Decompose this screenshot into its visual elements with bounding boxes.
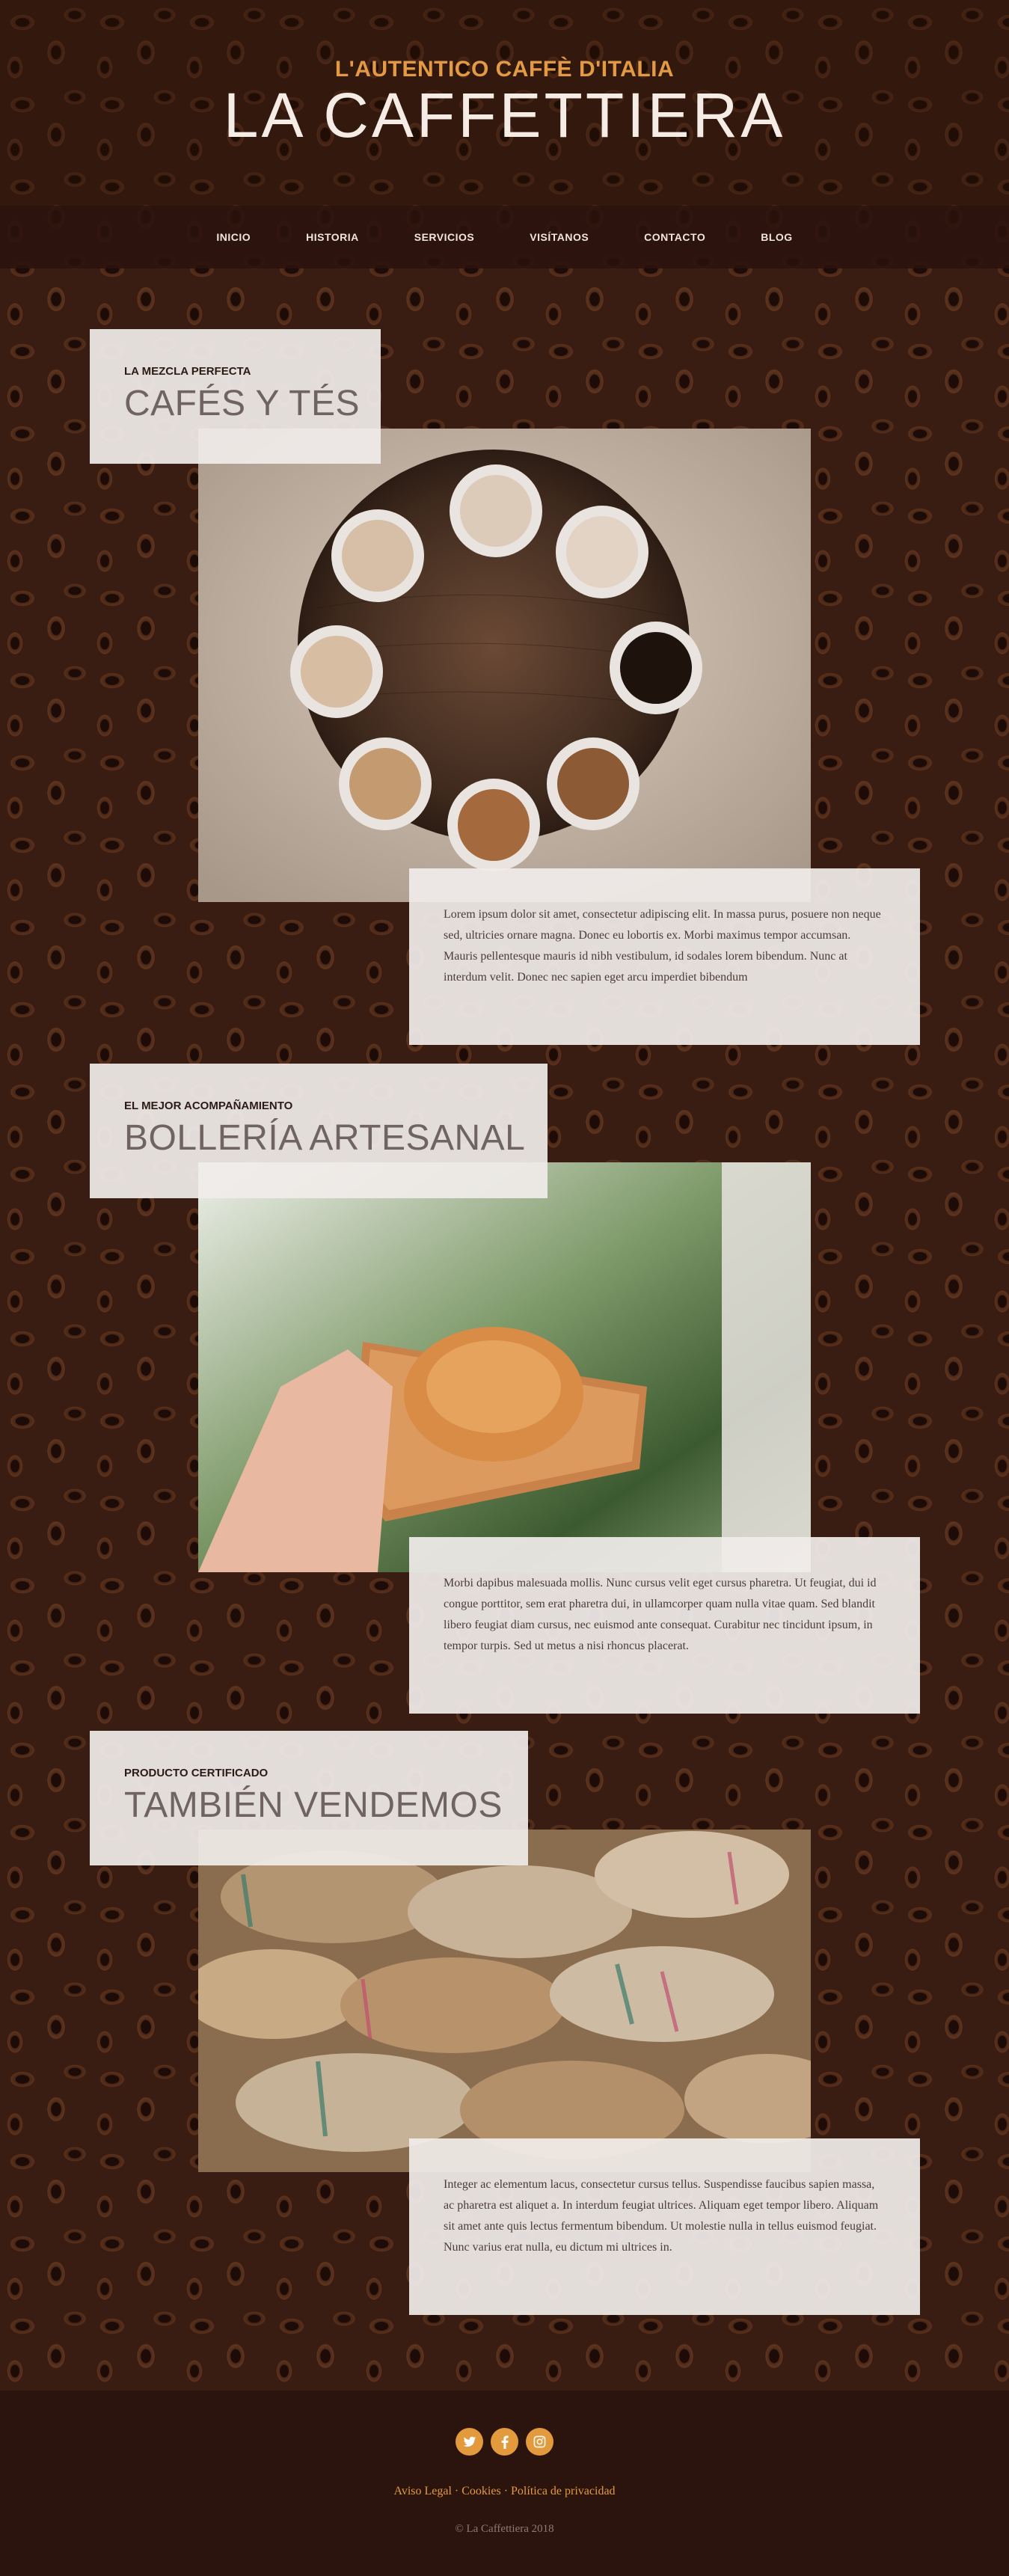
section-text-card: Lorem ipsum dolor sit amet, consectetur … (409, 868, 920, 1045)
section-text-card: Morbi dapibus malesuada mollis. Nunc cur… (409, 1537, 920, 1714)
croissant-photo (198, 1162, 811, 1572)
nav-item-servicios[interactable]: SERVICIOS (387, 231, 503, 243)
footer-link-privacidad[interactable]: Política de privacidad (511, 2485, 616, 2497)
social-links (0, 2428, 1009, 2456)
coffee-sacks-photo (198, 1830, 811, 2172)
section-heading: BOLLERÍA ARTESANAL (124, 1118, 526, 1158)
nav-item-historia[interactable]: HISTORIA (278, 231, 387, 243)
nav-item-contacto[interactable]: CONTACTO (616, 231, 733, 243)
site-tagline: L'AUTENTICO CAFFÈ D'ITALIA (334, 57, 675, 82)
coffee-cups-photo (198, 429, 811, 902)
section-label-card: PRODUCTO CERTIFICADO TAMBIÉN VENDEMOS (90, 1731, 528, 1865)
nav-item-visitanos[interactable]: VISÍTANOS (502, 231, 616, 243)
twitter-icon[interactable] (456, 2428, 483, 2456)
footer (0, 2391, 1009, 2576)
footer-link-cookies[interactable]: Cookies (461, 2485, 500, 2497)
section-kicker: LA MEZCLA PERFECTA (124, 365, 251, 378)
nav-item-blog[interactable]: BLOG (733, 231, 820, 243)
site-brand: LA CAFFETTIERA (223, 80, 786, 150)
footer-separator: · (503, 2485, 509, 2497)
section-label-card: LA MEZCLA PERFECTA CAFÉS Y TÉS (90, 329, 381, 464)
section-kicker: PRODUCTO CERTIFICADO (124, 1767, 269, 1779)
section-text-card: Integer ac elementum lacus, consectetur … (409, 2138, 920, 2315)
section-heading: CAFÉS Y TÉS (124, 384, 360, 423)
section-kicker: EL MEJOR ACOMPAÑAMIENTO (124, 1100, 293, 1112)
footer-separator: · (454, 2485, 459, 2497)
footer-link-aviso-legal[interactable]: Aviso Legal (393, 2485, 451, 2497)
facebook-icon[interactable] (491, 2428, 518, 2456)
footer-links: Aviso Legal · Cookies · Política de priv… (0, 2485, 1009, 2498)
instagram-icon[interactable] (526, 2428, 553, 2456)
section-label-card: EL MEJOR ACOMPAÑAMIENTO BOLLERÍA ARTESAN… (90, 1064, 548, 1198)
main-nav: INICIO HISTORIA SERVICIOS VISÍTANOS CONT… (0, 206, 1009, 269)
copyright: © La Caffettiera 2018 (455, 2523, 554, 2535)
section-heading: TAMBIÉN VENDEMOS (124, 1785, 503, 1825)
nav-item-inicio[interactable]: INICIO (188, 231, 278, 243)
